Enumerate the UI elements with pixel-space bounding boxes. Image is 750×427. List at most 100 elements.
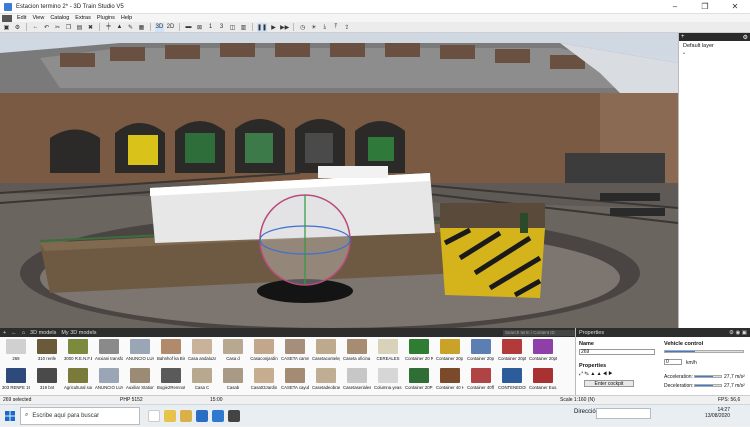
library-item[interactable]: 303 RENFE 1953 xyxy=(2,366,30,395)
library-item[interactable]: Casetadeobras xyxy=(312,366,340,395)
save-icon[interactable]: ▣ xyxy=(2,23,11,32)
upload-icon[interactable]: ⤒ xyxy=(331,23,340,32)
library-item[interactable]: Casa03Jardin xyxy=(250,366,278,395)
delete-icon[interactable]: ✖ xyxy=(86,23,95,32)
acceleration-slider[interactable] xyxy=(694,375,722,378)
speed-field[interactable]: 0 xyxy=(664,359,682,365)
library-item[interactable]: 319 bnt xyxy=(33,366,61,395)
library-item[interactable]: Casaconjardin xyxy=(250,337,278,366)
app-icon-taskbar[interactable] xyxy=(228,409,240,422)
properties-tools-icon[interactable]: ⚙ ◉ ▣ xyxy=(729,330,747,336)
deceleration-slider[interactable] xyxy=(694,384,722,387)
terrain-icon[interactable]: ▲ xyxy=(115,23,124,32)
library-item[interactable]: Auxiliar Station ... xyxy=(126,366,154,395)
library-item[interactable]: Container 20pt xyxy=(498,337,526,366)
share-icon[interactable]: ⇪ xyxy=(342,23,351,32)
maximize-button[interactable]: ❐ xyxy=(690,0,720,14)
back-arrow-icon[interactable]: ← xyxy=(11,330,17,336)
3d-viewport[interactable] xyxy=(0,33,678,328)
system-clock[interactable]: 14:27 13/08/2020 xyxy=(690,407,730,419)
layer-menu-icon[interactable]: ⚙ xyxy=(743,34,748,41)
view-2d-button[interactable]: 2D xyxy=(166,23,175,32)
library-search-input[interactable]: Search term / Content ID xyxy=(503,329,575,336)
library-item[interactable]: Casetacontelepos... xyxy=(312,337,340,366)
menu-extras[interactable]: Extras xyxy=(72,15,94,21)
library-item[interactable]: CASETA camnio xyxy=(281,337,309,366)
lock-icon[interactable]: ⊠ xyxy=(195,23,204,32)
3d-train-studio-icon[interactable] xyxy=(212,409,224,422)
library-item[interactable]: CEREALES xyxy=(374,337,402,366)
layer-default[interactable]: Default layer xyxy=(679,41,750,51)
menu-edit[interactable]: Edit xyxy=(14,15,29,21)
library-item[interactable]: Agricultural some... xyxy=(64,366,92,395)
menu-catalog[interactable]: Catalog xyxy=(47,15,72,21)
scene-icon[interactable]: ▦ xyxy=(137,23,146,32)
library-item[interactable]: Container 40 Hl... xyxy=(436,366,464,395)
add-icon[interactable]: + xyxy=(3,330,6,336)
close-button[interactable]: ✕ xyxy=(720,0,750,14)
library-item[interactable]: Container Eus... xyxy=(529,366,557,395)
library-item[interactable]: Container 20pt 2 xyxy=(529,337,557,366)
speed-1-button[interactable]: 1 xyxy=(206,23,215,32)
library-item[interactable]: Container 20p C... xyxy=(436,337,464,366)
library-item[interactable]: Bahnhof ka Binnie xyxy=(157,337,185,366)
name-field[interactable]: 269 xyxy=(579,349,655,355)
download-icon[interactable]: ⤓ xyxy=(320,23,329,32)
library-item[interactable]: Container 20p 3... xyxy=(467,337,495,366)
enter-cockpit-button[interactable]: Enter cockpit xyxy=(584,380,634,387)
property-icons[interactable]: ⤢ ✎ ▲ ▲ ◀ ▶ xyxy=(579,371,612,377)
paste-icon[interactable]: ▤ xyxy=(75,23,84,32)
library-item[interactable]: CASETA cayub... xyxy=(281,366,309,395)
library-item[interactable]: Bogie2Remnote xyxy=(157,366,185,395)
rails-icon[interactable]: ╪ xyxy=(104,23,113,32)
speed-slider[interactable] xyxy=(664,350,744,353)
library-item[interactable]: Casab xyxy=(219,366,247,395)
word-icon[interactable] xyxy=(196,409,208,422)
library-item[interactable]: Casa d xyxy=(219,337,247,366)
library-item[interactable]: Anxiani transfor... xyxy=(95,337,123,366)
windows-start-icon[interactable] xyxy=(0,405,20,427)
library-item[interactable]: Container 40ff Vi... xyxy=(467,366,495,395)
undo-icon[interactable]: ↶ xyxy=(42,23,51,32)
settings-icon[interactable]: ⚙ xyxy=(13,23,22,32)
add-layer-icon[interactable]: + xyxy=(681,34,685,40)
play-icon[interactable]: ▶ xyxy=(269,23,278,32)
library-item[interactable]: Casetaseriales xyxy=(343,366,371,395)
direccion-input[interactable] xyxy=(596,408,651,419)
chrome-icon[interactable] xyxy=(164,409,176,422)
library-item[interactable]: ANUNCIO LUH ... xyxy=(126,337,154,366)
menu-plugins[interactable]: Plugins xyxy=(94,15,118,21)
sun-icon[interactable]: ☀ xyxy=(309,23,318,32)
mode-toggle-icon[interactable] xyxy=(2,14,12,22)
library-item[interactable]: CONTENEDOR... xyxy=(498,366,526,395)
library-item[interactable]: Casa C xyxy=(188,366,216,395)
view-3d-button[interactable]: 3D xyxy=(155,22,164,32)
grid-icon[interactable]: ▥ xyxy=(239,23,248,32)
fast-forward-icon[interactable]: ▶▶ xyxy=(280,23,289,32)
copy-icon[interactable]: ❐ xyxy=(64,23,73,32)
library-item[interactable]: Container 20P B... xyxy=(405,366,433,395)
speed-3-button[interactable]: 3 xyxy=(217,23,226,32)
menu-help[interactable]: Help xyxy=(118,15,135,21)
library-item[interactable]: 269 xyxy=(2,337,30,366)
library-item[interactable]: Casa andaluza 1 xyxy=(188,337,216,366)
library-item[interactable]: ANUNCIO LUH ... xyxy=(95,366,123,395)
train-icon[interactable]: ▬ xyxy=(184,23,193,32)
minimize-button[interactable]: – xyxy=(660,0,690,14)
folder-icon[interactable] xyxy=(180,409,192,422)
taskbar-search-input[interactable]: ⌕ Escribe aquí para buscar xyxy=(20,406,140,425)
pause-icon[interactable]: ❚❚ xyxy=(257,22,268,32)
clock-icon[interactable]: ◷ xyxy=(298,23,307,32)
back-icon[interactable]: ← xyxy=(31,23,40,32)
tab-3d-models[interactable]: 3D models xyxy=(30,330,56,336)
tab-my-3d-models[interactable]: My 3D models xyxy=(61,330,96,336)
task-view-icon[interactable] xyxy=(148,409,160,422)
library-item[interactable]: Container 20 Rente xyxy=(405,337,433,366)
paint-icon[interactable]: ✎ xyxy=(126,23,135,32)
screenshot-icon[interactable]: ◫ xyxy=(228,23,237,32)
cut-icon[interactable]: ✂ xyxy=(53,23,62,32)
library-item[interactable]: 310 renfe xyxy=(33,337,61,366)
home-icon[interactable]: ⌂ xyxy=(22,330,25,336)
library-item[interactable]: Caseta oficina m... xyxy=(343,337,371,366)
library-item[interactable]: 3000 R.E.N.F.E... xyxy=(64,337,92,366)
